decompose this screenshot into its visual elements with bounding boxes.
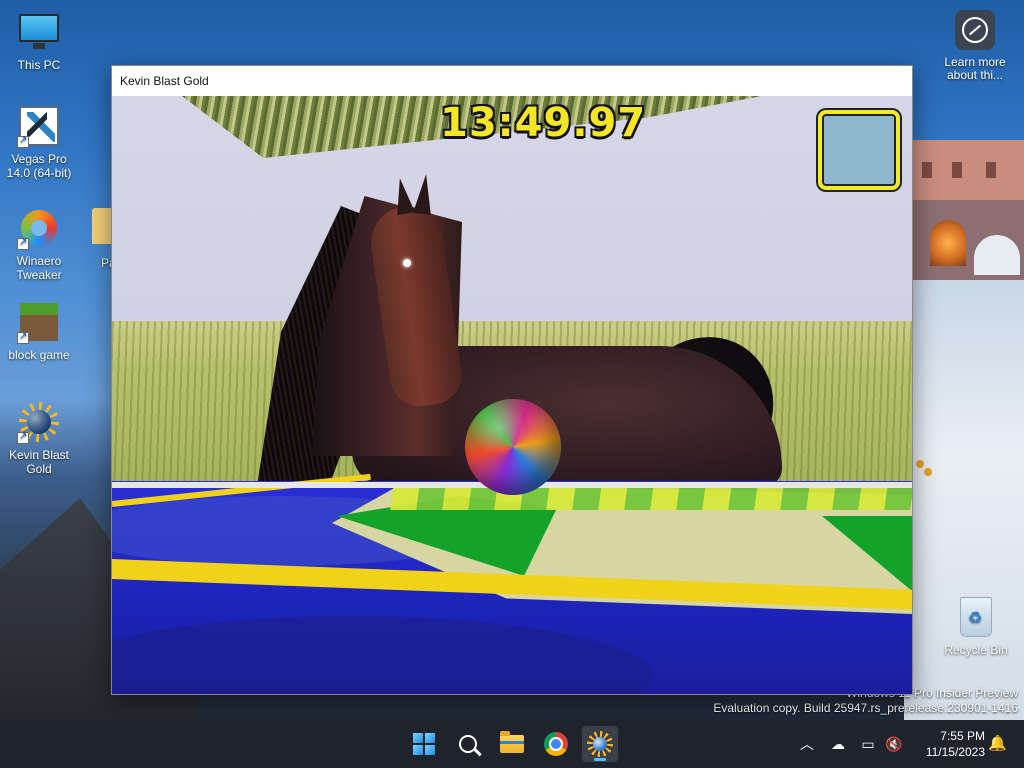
desktop-icon-block-game[interactable]: block game (1, 300, 77, 362)
shortcut-arrow-icon (17, 330, 29, 344)
shortcut-arrow-icon (17, 430, 29, 444)
player-ball (465, 399, 561, 495)
kevin-blast-gold-taskbar-button[interactable] (582, 726, 618, 762)
network-icon[interactable]: ▭ (858, 734, 878, 754)
file-explorer-button[interactable] (494, 726, 530, 762)
taskbar-clock[interactable]: 7:55 PM 11/15/2023 (915, 728, 985, 760)
desktop-icon-label: Vegas Pro 14.0 (64-bit) (6, 152, 72, 180)
desktop-icon-label: This PC (17, 58, 61, 72)
desktop-icon-label: Recycle Bin (944, 643, 1008, 657)
desktop-icon-winaero-tweaker[interactable]: Winaero Tweaker (1, 206, 77, 282)
wallpaper-dome (974, 235, 1020, 275)
wallpaper-flower (924, 468, 932, 476)
desktop-icon-learn-more[interactable]: Learn more about thi... (940, 10, 1010, 82)
horse-eye (403, 259, 411, 267)
recycle-bin-icon (960, 597, 992, 637)
desktop-icon-recycle-bin[interactable]: Recycle Bin (940, 597, 1012, 657)
volume-muted-icon[interactable]: 🔇 (884, 734, 904, 754)
camera-info-icon (955, 10, 995, 50)
clock-date: 11/15/2023 (925, 745, 985, 759)
search-icon (459, 735, 477, 753)
game-viewport[interactable]: 13:49.97 (112, 96, 912, 694)
computer-icon (17, 10, 61, 54)
watermark-line: Evaluation copy. Build 25947.rs_prerelea… (713, 701, 1018, 715)
windows-start-icon (413, 733, 435, 755)
wallpaper-flower (916, 460, 924, 468)
taskbar: ︿ ☁ ▭ 🔇 7:55 PM 11/15/2023 🔔 (0, 720, 1024, 768)
sunball-icon (17, 400, 61, 444)
vegas-pro-icon (17, 104, 61, 148)
onedrive-offline-icon[interactable]: ☁ (828, 734, 848, 754)
grass-block-icon (17, 300, 61, 344)
desktop-icon-vegas-pro[interactable]: Vegas Pro 14.0 (64-bit) (1, 104, 77, 180)
desktop-icon-this-pc[interactable]: This PC (1, 10, 77, 72)
start-button[interactable] (406, 726, 442, 762)
app-window[interactable]: Kevin Blast Gold 13:49.97 (111, 65, 913, 695)
desktop-icon-label: block game (8, 348, 70, 362)
search-button[interactable] (450, 726, 486, 762)
desktop-icon-label: Learn more about thi... (944, 55, 1006, 82)
chrome-button[interactable] (538, 726, 574, 762)
race-timer: 13:49.97 (440, 100, 647, 146)
window-title: Kevin Blast Gold (120, 74, 209, 88)
desktop-icon-label: Winaero Tweaker (16, 254, 62, 282)
clock-time: 7:55 PM (940, 729, 985, 743)
shortcut-arrow-icon (17, 134, 29, 148)
wallpaper-lit-window (930, 220, 966, 266)
chrome-icon (544, 732, 568, 756)
desktop-icon-label: Kevin Blast Gold (8, 448, 70, 476)
desktop-icon-kevin-blast-gold[interactable]: Kevin Blast Gold (1, 400, 77, 476)
window-titlebar[interactable]: Kevin Blast Gold (112, 66, 912, 96)
chevron-up-icon[interactable]: ︿ (800, 734, 814, 754)
sunball-icon (587, 731, 613, 757)
folder-icon (500, 731, 524, 753)
shortcut-arrow-icon (17, 236, 29, 250)
minimap (818, 110, 900, 190)
winaero-icon (17, 206, 61, 250)
notification-bell-icon[interactable]: 🔔 (988, 734, 1007, 754)
